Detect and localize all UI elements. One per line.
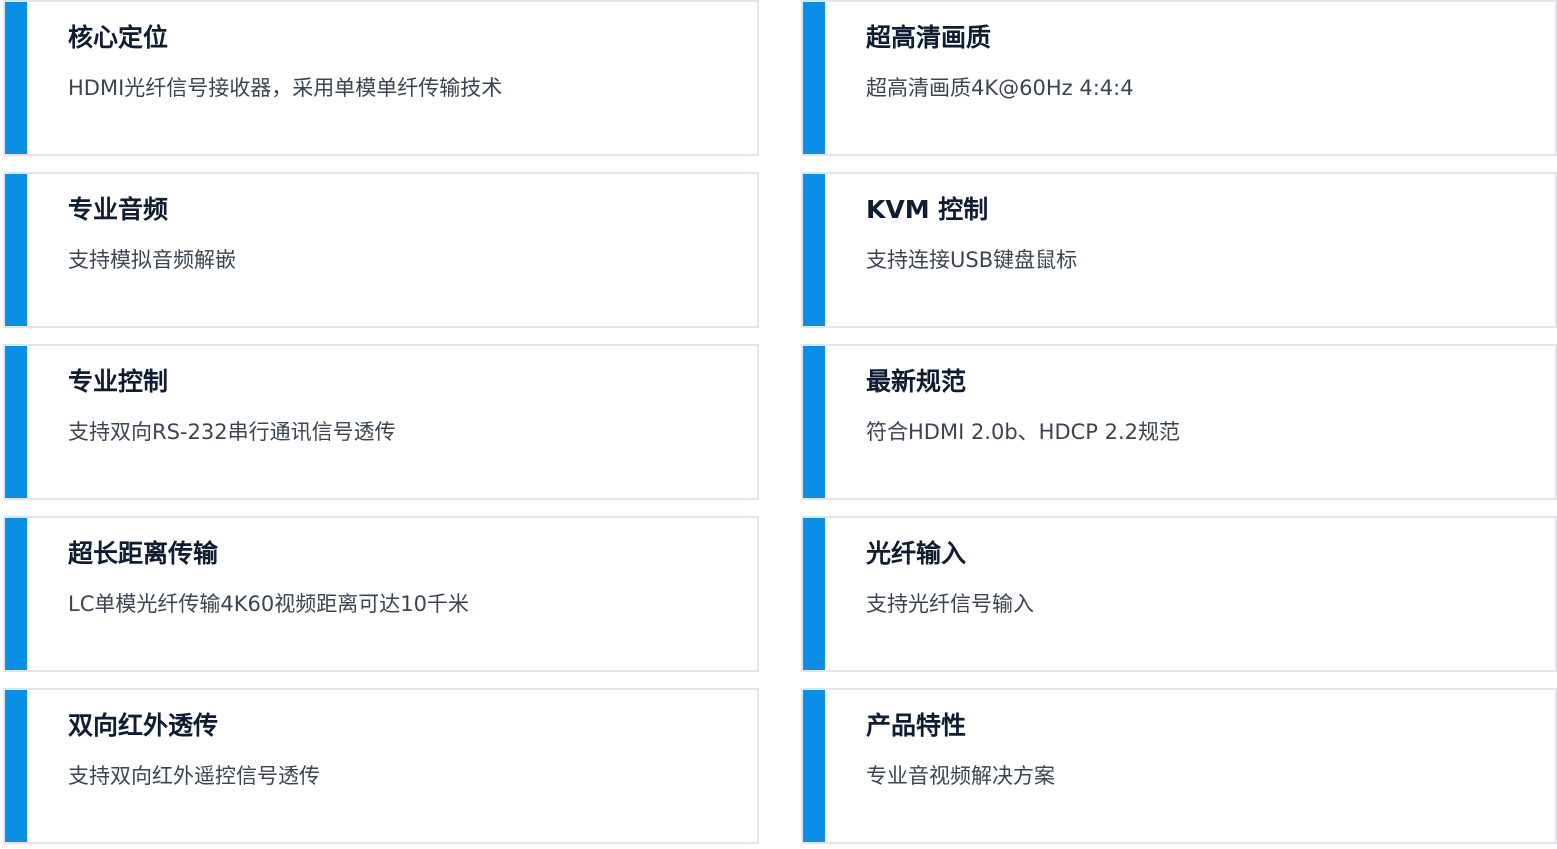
feature-title: 核心定位 — [68, 23, 169, 52]
accent-bar — [5, 2, 27, 154]
feature-title: 最新规范 — [866, 367, 967, 396]
feature-card-ir-passthrough: 双向红外透传 支持双向红外遥控信号透传 — [3, 688, 759, 844]
accent-bar — [803, 518, 825, 670]
accent-bar — [5, 690, 27, 842]
feature-card-long-distance: 超长距离传输 LC单模光纤传输4K60视频距离可达10千米 — [3, 516, 759, 672]
feature-grid: 核心定位 HDMI光纤信号接收器，采用单模单纤传输技术 超高清画质 超高清画质4… — [3, 0, 1557, 849]
feature-title: 超长距离传输 — [68, 539, 219, 568]
accent-bar — [5, 518, 27, 670]
feature-description: 超高清画质4K@60Hz 4:4:4 — [866, 76, 1134, 100]
feature-description: 支持双向红外遥控信号透传 — [68, 764, 320, 788]
feature-title: 超高清画质 — [866, 23, 992, 52]
accent-bar — [803, 2, 825, 154]
feature-card-pro-audio: 专业音频 支持模拟音频解嵌 — [3, 172, 759, 328]
accent-bar — [803, 346, 825, 498]
feature-description: 符合HDMI 2.0b、HDCP 2.2规范 — [866, 420, 1181, 444]
feature-title: 专业控制 — [68, 367, 169, 396]
accent-bar — [5, 174, 27, 326]
feature-title: KVM 控制 — [866, 195, 989, 224]
accent-bar — [803, 174, 825, 326]
feature-description: 支持模拟音频解嵌 — [68, 248, 236, 272]
feature-description: LC单模光纤传输4K60视频距离可达10千米 — [68, 592, 469, 616]
feature-description: 支持光纤信号输入 — [866, 592, 1034, 616]
feature-card-uhd-quality: 超高清画质 超高清画质4K@60Hz 4:4:4 — [801, 0, 1557, 156]
feature-title: 光纤输入 — [866, 539, 967, 568]
accent-bar — [803, 690, 825, 842]
feature-title: 产品特性 — [866, 711, 967, 740]
accent-bar — [5, 346, 27, 498]
feature-description: 专业音视频解决方案 — [866, 764, 1055, 788]
feature-card-kvm-control: KVM 控制 支持连接USB键盘鼠标 — [801, 172, 1557, 328]
feature-card-fiber-input: 光纤输入 支持光纤信号输入 — [801, 516, 1557, 672]
feature-description: 支持双向RS-232串行通讯信号透传 — [68, 420, 396, 444]
feature-card-core-positioning: 核心定位 HDMI光纤信号接收器，采用单模单纤传输技术 — [3, 0, 759, 156]
feature-card-product-features: 产品特性 专业音视频解决方案 — [801, 688, 1557, 844]
feature-title: 专业音频 — [68, 195, 169, 224]
feature-card-latest-spec: 最新规范 符合HDMI 2.0b、HDCP 2.2规范 — [801, 344, 1557, 500]
feature-card-pro-control: 专业控制 支持双向RS-232串行通讯信号透传 — [3, 344, 759, 500]
feature-description: HDMI光纤信号接收器，采用单模单纤传输技术 — [68, 76, 503, 100]
feature-description: 支持连接USB键盘鼠标 — [866, 248, 1078, 272]
feature-title: 双向红外透传 — [68, 711, 219, 740]
